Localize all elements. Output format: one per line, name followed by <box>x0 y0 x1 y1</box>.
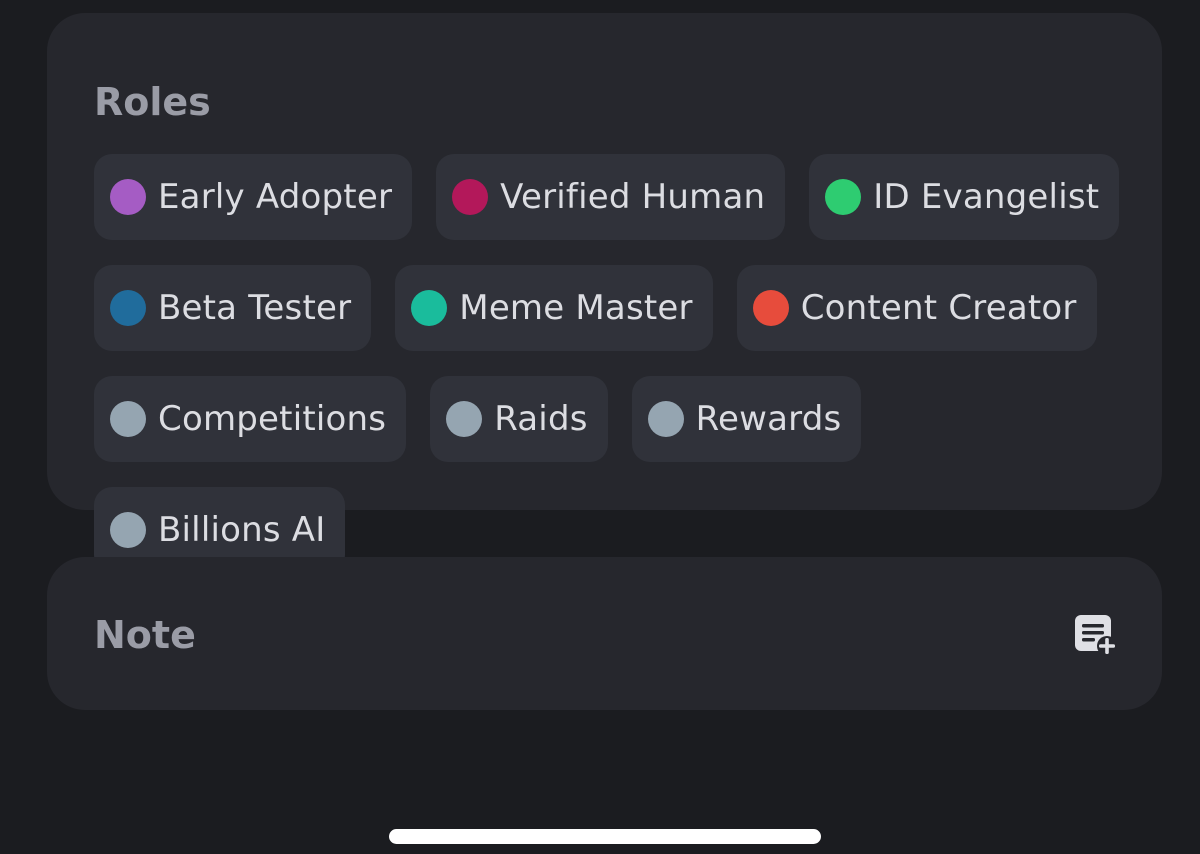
role-chip-rewards[interactable]: Rewards <box>631 376 862 462</box>
role-color-dot <box>825 179 862 215</box>
role-label: Early Adopter <box>158 177 393 217</box>
role-color-dot <box>110 401 146 437</box>
role-color-dot <box>110 512 146 548</box>
role-color-dot <box>446 401 483 437</box>
role-label: Billions AI <box>158 510 326 550</box>
role-label: ID Evangelist <box>873 177 1100 217</box>
role-color-dot <box>110 179 146 215</box>
role-chip-competitions[interactable]: Competitions <box>94 376 407 462</box>
role-color-dot <box>647 401 684 437</box>
role-color-dot <box>411 290 448 326</box>
roles-list: Early Adopter Verified Human ID Evangeli… <box>94 154 1134 573</box>
role-chip-meme-master[interactable]: Meme Master <box>395 265 713 351</box>
note-title: Note <box>94 613 196 657</box>
role-label: Raids <box>494 399 588 439</box>
roles-title: Roles <box>94 80 211 124</box>
role-color-dot <box>452 179 489 215</box>
roles-card: Roles Early Adopter Verified Human ID Ev… <box>47 13 1162 573</box>
role-label: Competitions <box>158 399 387 439</box>
role-label: Meme Master <box>459 288 693 328</box>
role-chip-raids[interactable]: Raids <box>430 376 608 462</box>
role-label: Rewards <box>695 399 842 439</box>
role-chip-id-evangelist[interactable]: ID Evangelist <box>809 154 1120 240</box>
role-color-dot <box>110 290 146 326</box>
note-card[interactable]: Note <box>47 557 1162 710</box>
role-color-dot <box>752 290 789 326</box>
role-chip-early-adopter[interactable]: Early Adopter <box>94 154 413 240</box>
role-label: Beta Tester <box>158 288 352 328</box>
profile-screen: Roles Early Adopter Verified Human ID Ev… <box>0 0 1200 854</box>
home-indicator[interactable] <box>389 829 821 844</box>
role-chip-beta-tester[interactable]: Beta Tester <box>94 265 372 351</box>
role-chip-content-creator[interactable]: Content Creator <box>736 265 1097 351</box>
role-chip-verified-human[interactable]: Verified Human <box>436 154 786 240</box>
note-add-icon[interactable] <box>1074 613 1118 657</box>
role-label: Content Creator <box>800 288 1077 328</box>
role-label: Verified Human <box>500 177 766 217</box>
